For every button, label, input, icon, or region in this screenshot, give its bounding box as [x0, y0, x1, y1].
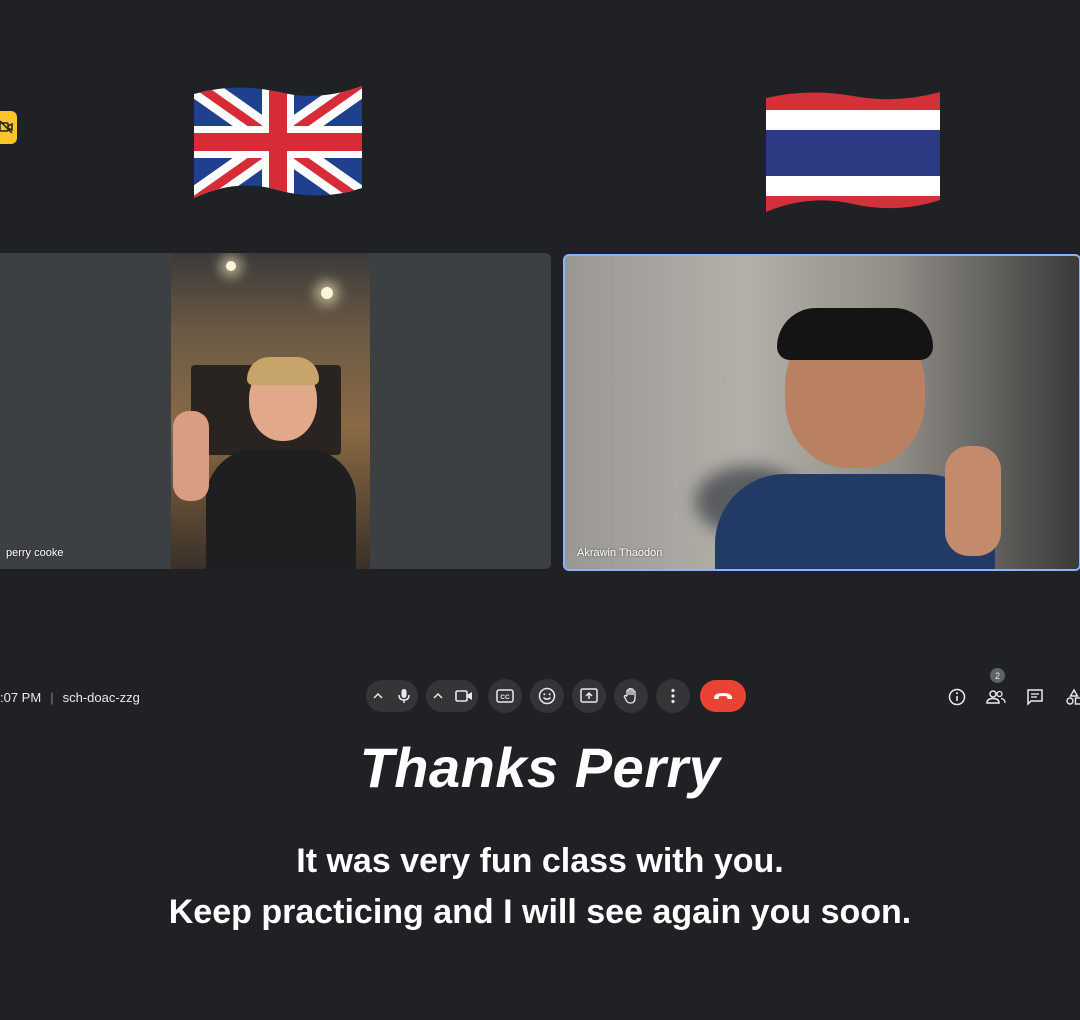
video-tile-perry[interactable]: perry cooke — [0, 253, 551, 569]
thailand-flag-icon — [763, 88, 943, 218]
camera-button[interactable] — [450, 680, 478, 712]
meeting-code[interactable]: sch-doac-zzg — [63, 690, 140, 705]
meeting-info-separator: | — [50, 689, 54, 705]
meeting-info: :07 PM | sch-doac-zzg — [0, 688, 140, 706]
chevron-up-icon — [433, 693, 443, 699]
participant-name-perry: perry cooke — [6, 547, 64, 559]
chevron-up-icon — [373, 693, 383, 699]
raise-hand-icon — [623, 687, 636, 704]
raise-hand-button[interactable] — [614, 679, 648, 713]
caption-line: Keep practicing and I will see again you… — [168, 893, 912, 931]
present-screen-button[interactable] — [572, 679, 606, 713]
present-screen-icon — [580, 688, 598, 703]
info-icon — [948, 688, 966, 706]
people-count-badge: 2 — [990, 668, 1005, 683]
participant-video-akrawin — [565, 256, 1079, 569]
microphone-options-button[interactable] — [366, 680, 390, 712]
activities-icon — [1066, 688, 1080, 705]
side-tools: 2 — [940, 668, 1080, 714]
caption-line: It was very fun class with you. — [296, 842, 784, 880]
people-button[interactable]: 2 — [979, 668, 1013, 714]
svg-text:CC: CC — [500, 694, 510, 701]
call-controls: CC — [366, 679, 746, 713]
camera-group — [426, 680, 478, 712]
more-vertical-icon — [671, 688, 675, 704]
hang-up-icon — [714, 693, 732, 699]
microphone-button[interactable] — [390, 680, 418, 712]
microphone-icon — [398, 689, 410, 703]
camera-icon — [455, 690, 472, 702]
meeting-time: :07 PM — [0, 689, 42, 705]
meeting-details-button[interactable] — [940, 680, 974, 714]
activities-button[interactable] — [1057, 680, 1080, 714]
camera-off-badge — [0, 111, 17, 144]
closed-captions-icon: CC — [496, 689, 514, 703]
microphone-group — [366, 680, 418, 712]
video-tile-akrawin[interactable]: Akrawin Thaodon — [563, 254, 1080, 571]
chat-button[interactable] — [1018, 680, 1052, 714]
captions-button[interactable]: CC — [488, 679, 522, 713]
more-options-button[interactable] — [656, 679, 690, 713]
participant-name-akrawin: Akrawin Thaodon — [577, 547, 663, 559]
participant-video-perry — [171, 253, 370, 569]
camera-options-button[interactable] — [426, 680, 450, 712]
camera-off-icon — [0, 120, 13, 134]
united-kingdom-flag-icon — [190, 80, 366, 204]
people-icon — [986, 690, 1006, 704]
leave-call-button[interactable] — [700, 680, 746, 712]
chat-icon — [1027, 689, 1043, 706]
caption-title: Thanks Perry — [359, 736, 721, 799]
reactions-button[interactable] — [530, 679, 564, 713]
emoji-icon — [538, 687, 556, 705]
